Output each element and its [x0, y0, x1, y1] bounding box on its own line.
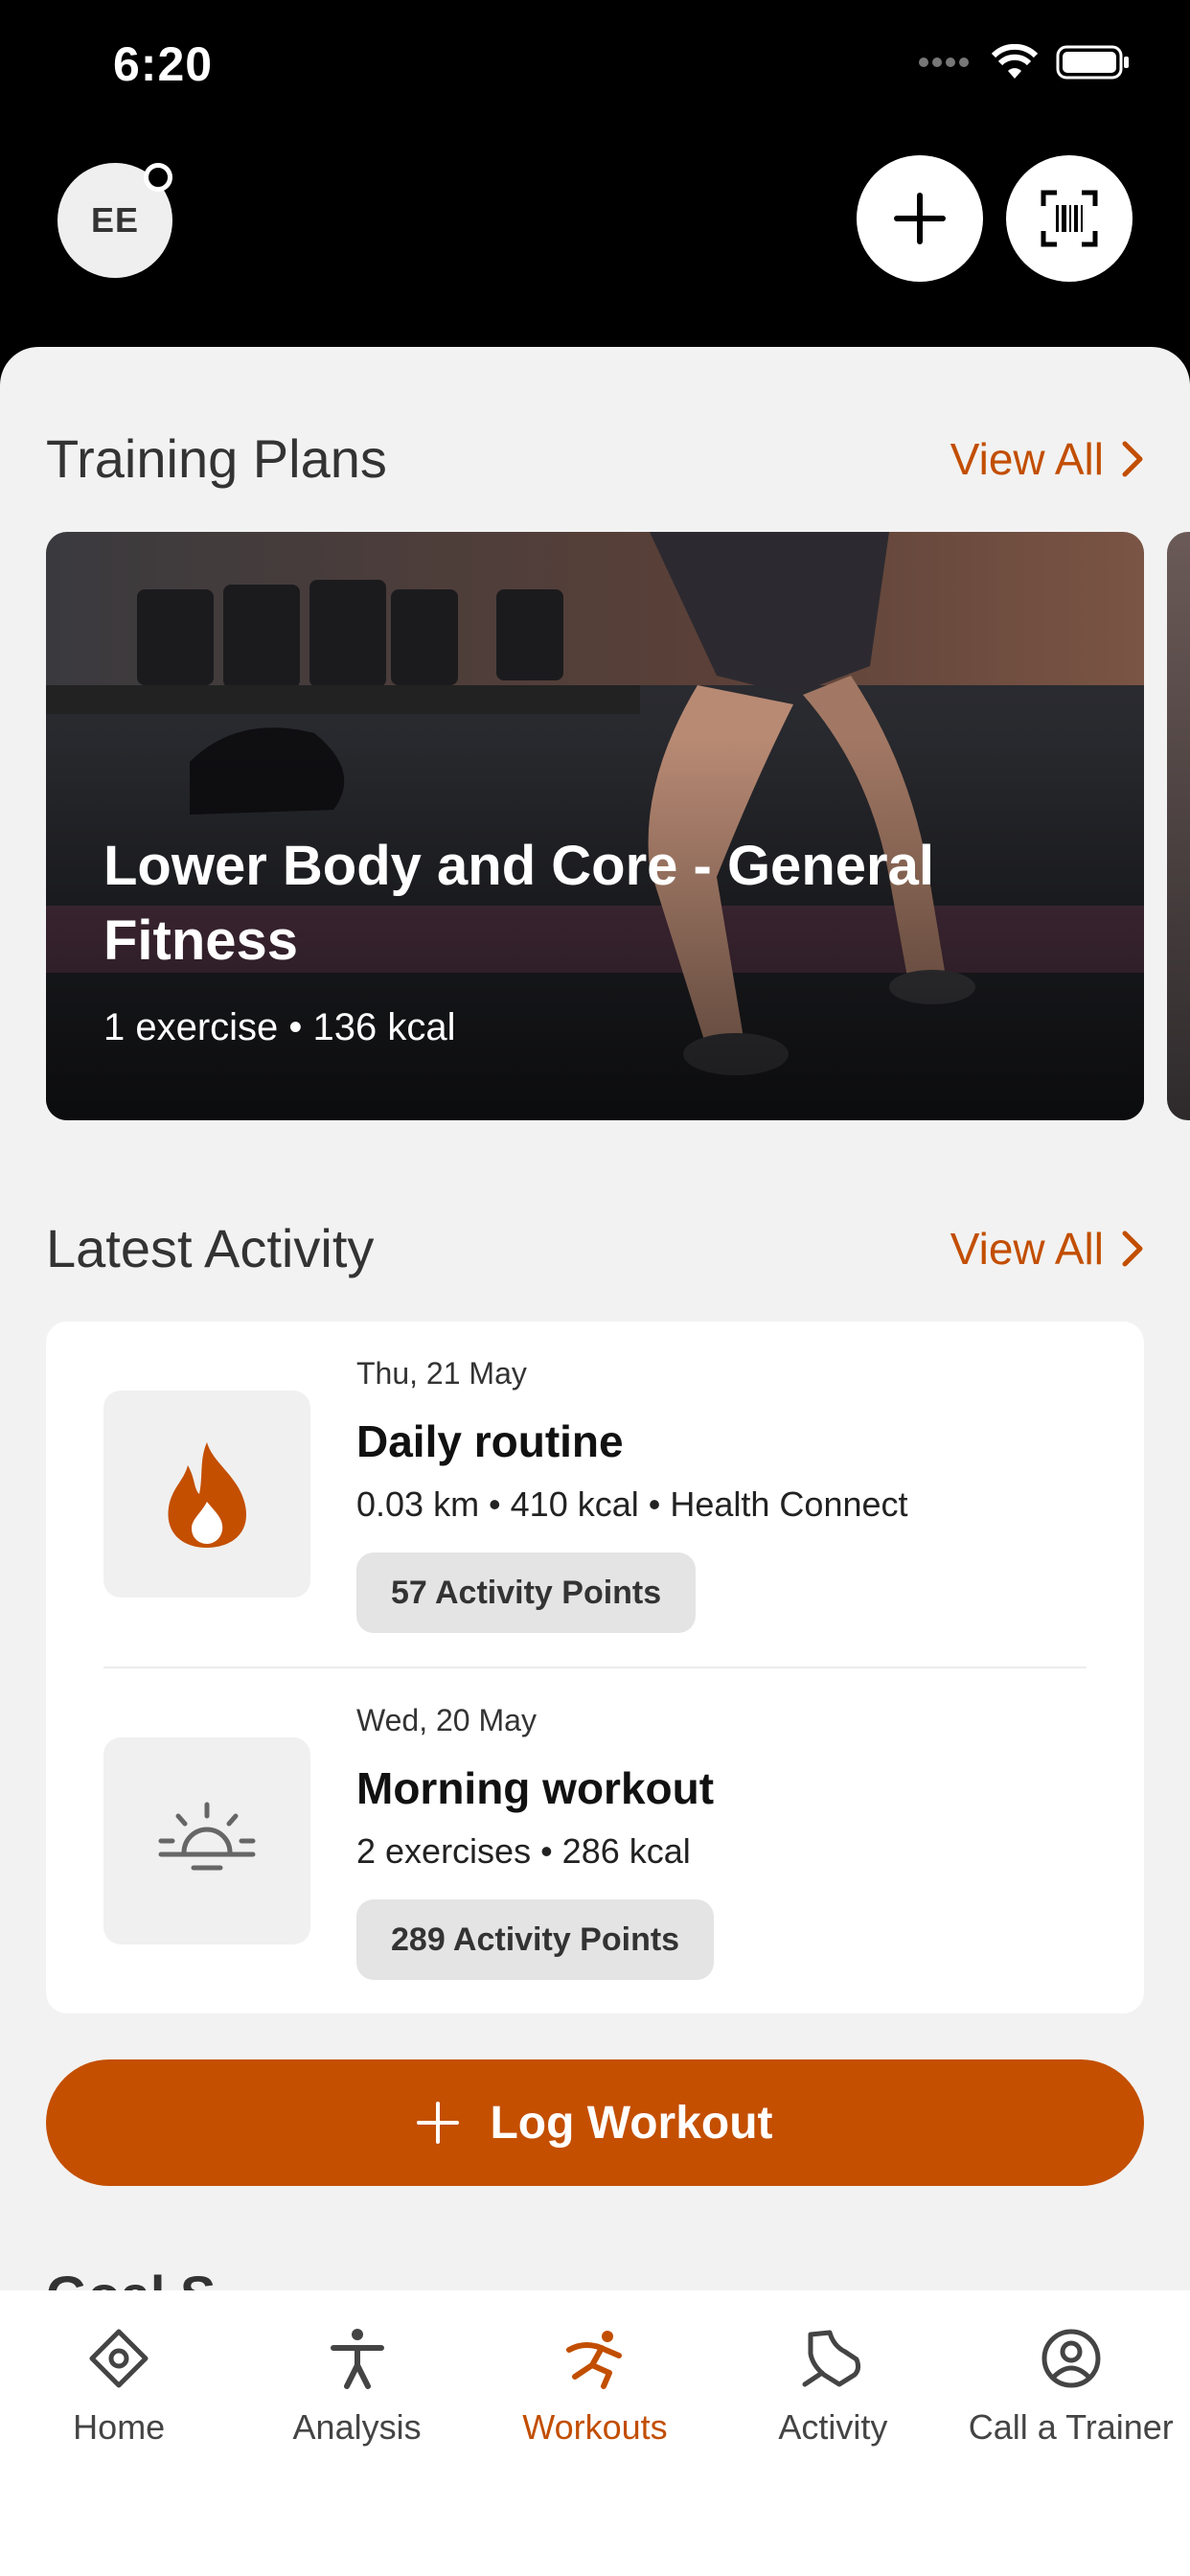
training-plans-view-all[interactable]: View All — [950, 433, 1144, 485]
main-content: Training Plans View All Lower Body and C… — [0, 347, 1190, 2576]
latest-activity-list: Thu, 21 May Daily routine 0.03 km • 410 … — [46, 1322, 1144, 2013]
activity-date: Thu, 21 May — [356, 1356, 527, 1391]
chevron-right-icon — [1122, 441, 1143, 476]
status-bar: 6:20 — [0, 0, 1190, 134]
add-button[interactable] — [857, 155, 983, 282]
tab-label: Call a Trainer — [968, 2407, 1174, 2447]
activity-icon-box — [103, 1737, 310, 1944]
person-icon — [330, 2329, 384, 2389]
tab-activity[interactable]: Activity — [714, 2290, 951, 2576]
tab-label: Home — [73, 2407, 166, 2447]
barcode-scan-icon — [1041, 190, 1098, 247]
status-icons — [918, 44, 1131, 80]
tab-home[interactable]: Home — [0, 2290, 238, 2576]
tab-label: Activity — [778, 2407, 888, 2447]
wifi-icon — [991, 44, 1039, 79]
home-icon — [89, 2329, 149, 2388]
activity-item[interactable]: Wed, 20 May Morning workout 2 exercises … — [46, 1668, 1144, 2013]
activity-meta: 0.03 km • 410 kcal • Health Connect — [356, 1484, 908, 1524]
training-plan-meta: 1 exercise • 136 kcal — [103, 1006, 456, 1048]
chevron-right-icon — [1122, 1230, 1143, 1266]
activity-title: Morning workout — [356, 1763, 715, 1813]
view-all-label: View All — [950, 1223, 1104, 1274]
latest-activity-view-all[interactable]: View All — [950, 1223, 1144, 1275]
tab-bar: Home Analysis Workouts Activity Call a T… — [0, 2290, 1190, 2576]
next-plan-card-peek[interactable] — [1167, 532, 1190, 1120]
trainer-icon — [1041, 2329, 1101, 2388]
tab-analysis[interactable]: Analysis — [238, 2290, 475, 2576]
running-icon — [565, 2331, 622, 2389]
tab-call-a-trainer[interactable]: Call a Trainer — [952, 2290, 1190, 2576]
tab-workouts[interactable]: Workouts — [476, 2290, 714, 2576]
activity-date: Wed, 20 May — [356, 1703, 537, 1737]
activity-title: Daily routine — [356, 1416, 624, 1466]
training-plans-header: Training Plans View All — [46, 427, 1144, 490]
status-time: 6:20 — [113, 37, 214, 91]
latest-activity-header: Latest Activity View All — [46, 1217, 1144, 1279]
avatar-initials: EE — [90, 200, 140, 240]
latest-activity-title: Latest Activity — [46, 1218, 375, 1278]
activity-points-badge: 289 Activity Points — [356, 1899, 715, 1980]
battery-icon — [1056, 45, 1129, 80]
barcode-scan-button[interactable] — [1006, 155, 1133, 282]
view-all-label: View All — [950, 433, 1104, 484]
log-workout-button[interactable]: Log Workout — [46, 2059, 1144, 2186]
activity-meta: 2 exercises • 286 kcal — [356, 1831, 691, 1871]
training-plans-title: Training Plans — [46, 428, 387, 489]
flame-icon — [168, 1442, 246, 1548]
activity-icon-box — [103, 1391, 310, 1598]
plus-icon — [894, 193, 946, 244]
training-plan-card[interactable]: Lower Body and Core - General Fitness 1 … — [46, 532, 1144, 1120]
activity-points-badge: 57 Activity Points — [356, 1552, 697, 1633]
notification-dot — [144, 163, 172, 192]
signal-icon — [919, 58, 969, 67]
tab-label: Analysis — [292, 2407, 422, 2447]
avatar[interactable]: EE — [57, 163, 172, 278]
tab-label: Workouts — [522, 2407, 668, 2447]
training-plan-title: Lower Body and Core - General Fitness — [103, 835, 934, 972]
activity-item[interactable]: Thu, 21 May Daily routine 0.03 km • 410 … — [46, 1322, 1144, 1667]
sunrise-icon — [158, 1802, 256, 1871]
shoe-icon — [802, 2330, 861, 2387]
plus-icon — [417, 2102, 460, 2144]
log-workout-label: Log Workout — [490, 2097, 773, 2149]
